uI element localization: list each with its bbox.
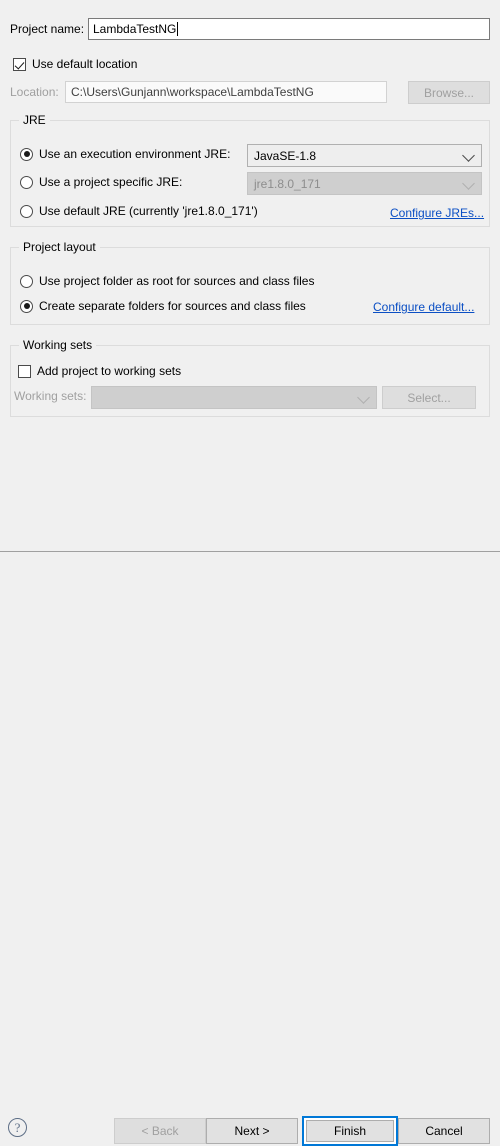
radio-create-separate-folders[interactable]: Create separate folders for sources and … (20, 299, 306, 313)
radio-label: Use an execution environment JRE: (39, 147, 231, 161)
radio-icon (20, 274, 33, 288)
back-button: < Back (114, 1118, 206, 1144)
radio-icon (20, 147, 33, 161)
project-name-row: Project name: LambdaTestNG (10, 17, 490, 41)
add-project-to-working-sets-label: Add project to working sets (37, 364, 182, 378)
location-row: Location: C:\Users\Gunjann\workspace\Lam… (10, 81, 490, 104)
configure-default-link[interactable]: Configure default... (373, 300, 474, 314)
radio-label: Use a project specific JRE: (39, 175, 183, 189)
execution-environment-jre-combo[interactable]: JavaSE-1.8 (247, 144, 482, 167)
project-name-input[interactable]: LambdaTestNG (88, 18, 490, 40)
add-project-to-working-sets-checkbox[interactable]: Add project to working sets (18, 364, 181, 378)
chevron-down-icon (462, 176, 475, 190)
finish-button[interactable]: Finish (302, 1116, 398, 1146)
browse-button: Browse... (408, 81, 490, 104)
execution-environment-jre-value: JavaSE-1.8 (254, 148, 317, 163)
next-button[interactable]: Next > (206, 1118, 298, 1144)
radio-label: Use default JRE (currently 'jre1.8.0_171… (39, 204, 258, 218)
checkbox-icon (18, 364, 31, 378)
checkbox-icon (13, 57, 26, 71)
use-default-location-checkbox[interactable]: Use default location (13, 57, 137, 71)
project-name-label: Project name: (10, 22, 85, 36)
radio-label: Create separate folders for sources and … (39, 299, 306, 313)
location-label: Location: (10, 85, 59, 99)
text-caret (177, 22, 179, 36)
project-name-value: LambdaTestNG (93, 22, 177, 36)
project-specific-jre-combo: jre1.8.0_171 (247, 172, 482, 195)
location-value: C:\Users\Gunjann\workspace\LambdaTestNG (71, 85, 314, 99)
location-input: C:\Users\Gunjann\workspace\LambdaTestNG (65, 81, 387, 103)
footer-button-bar: ? < Back Next > Finish Cancel (0, 552, 500, 1146)
radio-icon (20, 204, 33, 218)
select-working-sets-button: Select... (382, 386, 476, 409)
radio-icon (20, 175, 33, 189)
cancel-button[interactable]: Cancel (398, 1118, 490, 1144)
radio-label: Use project folder as root for sources a… (39, 274, 315, 288)
chevron-down-icon (462, 148, 475, 162)
project-specific-jre-value: jre1.8.0_171 (254, 176, 321, 191)
help-icon[interactable]: ? (8, 1118, 27, 1137)
jre-group-title: JRE (19, 113, 50, 127)
use-default-location-label: Use default location (32, 57, 138, 71)
dialog-body: Project name: LambdaTestNG Use default l… (0, 0, 500, 551)
radio-use-project-specific-jre[interactable]: Use a project specific JRE: (20, 175, 182, 189)
configure-jres-link[interactable]: Configure JREs... (390, 206, 484, 220)
radio-icon (20, 299, 33, 313)
finish-button-label: Finish (306, 1120, 394, 1142)
radio-use-execution-environment-jre[interactable]: Use an execution environment JRE: (20, 147, 230, 161)
radio-use-project-folder-as-root[interactable]: Use project folder as root for sources a… (20, 274, 314, 288)
radio-use-default-jre[interactable]: Use default JRE (currently 'jre1.8.0_171… (20, 204, 258, 218)
project-layout-group-title: Project layout (19, 240, 100, 254)
working-sets-label: Working sets: (14, 389, 87, 403)
working-sets-group-title: Working sets (19, 338, 97, 352)
chevron-down-icon (357, 390, 370, 404)
working-sets-combo (91, 386, 377, 409)
